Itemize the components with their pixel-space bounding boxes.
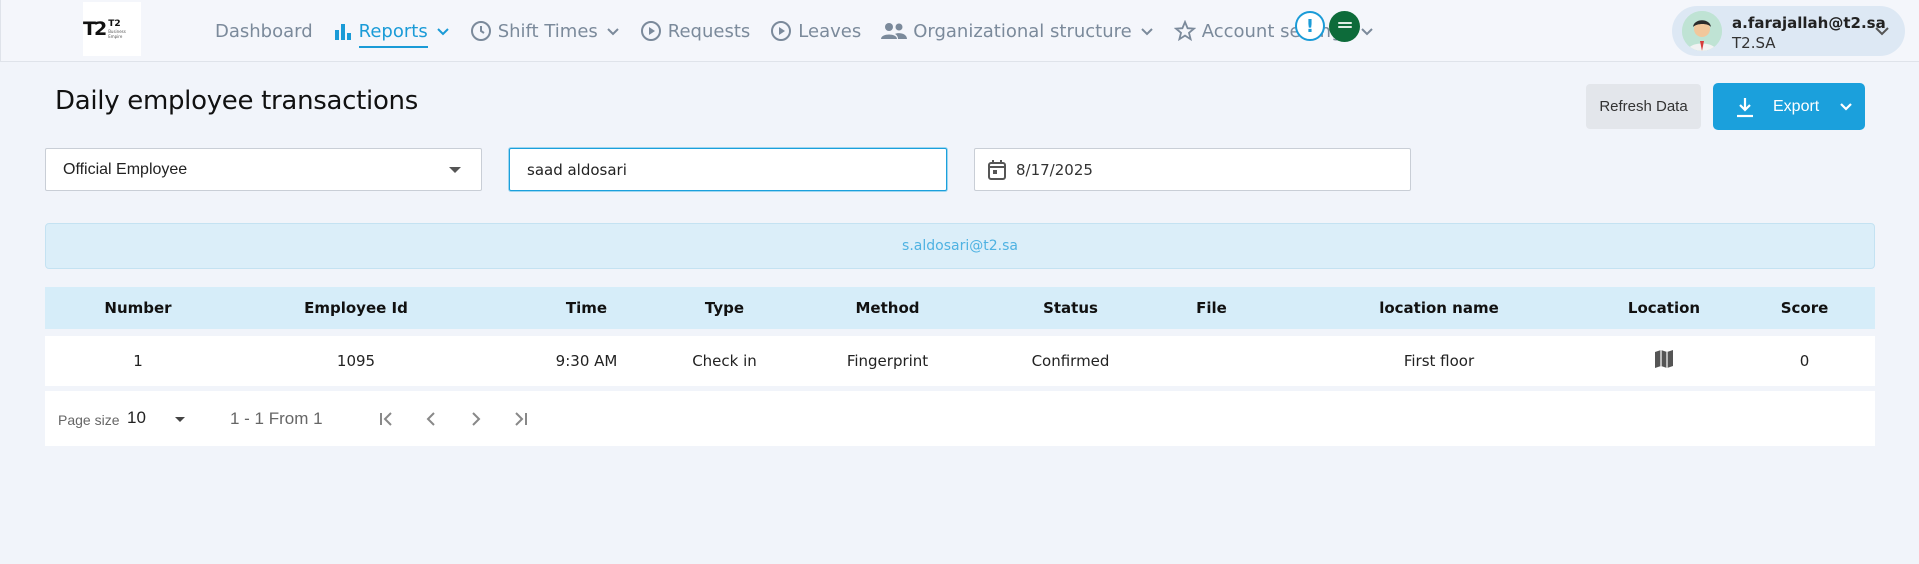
export-label: Export bbox=[1773, 97, 1820, 115]
nav-shift-times-label: Shift Times bbox=[497, 20, 598, 42]
header-file[interactable]: File bbox=[1139, 299, 1284, 317]
employee-search-value: saad aldosari bbox=[527, 160, 627, 179]
nav-org-structure-label: Organizational structure bbox=[913, 20, 1132, 42]
user-email: a.farajallah@t2.sa bbox=[1732, 14, 1886, 32]
people-icon bbox=[881, 23, 908, 39]
previous-page-button[interactable] bbox=[419, 407, 443, 431]
language-flag-button[interactable] bbox=[1329, 11, 1360, 42]
play-circle-icon bbox=[640, 21, 661, 41]
clock-icon bbox=[470, 21, 491, 41]
header-employee-id[interactable]: Employee Id bbox=[231, 299, 481, 317]
chevron-down-icon[interactable] bbox=[1140, 24, 1154, 38]
chevron-right-icon bbox=[472, 412, 481, 426]
logo-text: T2 Business Empire bbox=[108, 18, 141, 39]
bar-chart-icon bbox=[334, 24, 351, 40]
avatar bbox=[1682, 11, 1722, 51]
last-page-button[interactable] bbox=[508, 407, 532, 431]
nav-dashboard-label: Dashboard bbox=[215, 20, 313, 42]
page-size-label: Page size bbox=[58, 412, 120, 428]
user-org: T2.SA bbox=[1732, 34, 1776, 52]
saudi-flag-icon bbox=[1337, 25, 1352, 28]
header-method[interactable]: Method bbox=[799, 299, 976, 317]
main-nav: Dashboard Reports Shift Times Requests L… bbox=[215, 0, 1394, 62]
map-icon[interactable] bbox=[1653, 348, 1675, 370]
chevron-down-icon[interactable] bbox=[436, 24, 450, 38]
notifications-button[interactable]: ! bbox=[1295, 11, 1325, 41]
first-page-icon bbox=[380, 412, 392, 426]
table-row: 1 1095 9:30 AM Check in Fingerprint Conf… bbox=[45, 336, 1875, 386]
page-size-select[interactable]: 10 bbox=[127, 408, 146, 428]
page-title: Daily employee transactions bbox=[55, 86, 418, 116]
chevron-down-icon[interactable] bbox=[1839, 101, 1853, 113]
nav-reports-label: Reports bbox=[358, 21, 428, 48]
date-picker[interactable]: 8/17/2025 bbox=[974, 148, 1411, 191]
nav-leaves-label: Leaves bbox=[798, 20, 862, 42]
nav-shift-times[interactable]: Shift Times bbox=[470, 11, 620, 51]
nav-dashboard[interactable]: Dashboard bbox=[215, 11, 313, 51]
nav-requests-label: Requests bbox=[667, 20, 751, 42]
nav-reports[interactable]: Reports bbox=[333, 11, 450, 51]
alert-icon: ! bbox=[1305, 15, 1315, 37]
cell-number: 1 bbox=[133, 352, 143, 370]
cell-method: Fingerprint bbox=[846, 352, 929, 370]
export-button[interactable]: Export bbox=[1713, 83, 1865, 130]
nav-requests[interactable]: Requests bbox=[640, 11, 751, 51]
cell-location bbox=[1594, 349, 1734, 370]
chevron-left-icon bbox=[426, 412, 435, 426]
header-score[interactable]: Score bbox=[1734, 299, 1875, 317]
refresh-data-button[interactable]: Refresh Data bbox=[1586, 84, 1701, 129]
cell-type: Check in bbox=[692, 352, 757, 370]
pagination-range: 1 - 1 From 1 bbox=[230, 409, 323, 428]
employee-search-input[interactable]: saad aldosari bbox=[509, 148, 947, 191]
last-page-icon bbox=[515, 412, 527, 426]
header-number[interactable]: Number bbox=[45, 299, 231, 317]
header-type[interactable]: Type bbox=[636, 299, 813, 317]
nav-org-structure[interactable]: Organizational structure bbox=[881, 11, 1154, 51]
logo-mark: T2 bbox=[83, 18, 107, 40]
date-value: 8/17/2025 bbox=[1016, 160, 1093, 179]
cell-score: 0 bbox=[1799, 352, 1810, 370]
header-location-name[interactable]: location name bbox=[1284, 299, 1594, 317]
first-page-button[interactable] bbox=[375, 407, 399, 431]
transactions-table: Number Employee Id Time Type Method Stat… bbox=[45, 287, 1875, 386]
pagination-bar: Page size 10 1 - 1 From 1 bbox=[45, 391, 1875, 446]
table-header: Number Employee Id Time Type Method Stat… bbox=[45, 287, 1875, 329]
star-icon bbox=[1173, 20, 1196, 42]
chevron-down-icon[interactable] bbox=[1874, 24, 1890, 38]
download-icon bbox=[1737, 97, 1753, 117]
user-menu[interactable]: a.farajallah@t2.sa T2.SA bbox=[1672, 6, 1905, 56]
company-logo[interactable]: T2 T2 Business Empire bbox=[83, 2, 141, 56]
top-navbar: T2 T2 Business Empire Dashboard Reports … bbox=[0, 0, 1919, 62]
logo-tagline: Business Empire bbox=[108, 28, 126, 39]
calendar-icon[interactable] bbox=[987, 159, 1007, 181]
cell-location-name: First floor bbox=[1403, 352, 1475, 370]
employee-type-select[interactable]: Official Employee bbox=[45, 148, 482, 191]
dropdown-caret-icon bbox=[449, 167, 461, 173]
header-location[interactable]: Location bbox=[1594, 299, 1734, 317]
play-circle-icon bbox=[771, 21, 792, 41]
next-page-button[interactable] bbox=[464, 407, 488, 431]
selected-employee-email: s.aldosari@t2.sa bbox=[45, 223, 1875, 269]
employee-type-value: Official Employee bbox=[63, 160, 188, 178]
chevron-down-icon[interactable] bbox=[1360, 24, 1374, 38]
nav-leaves[interactable]: Leaves bbox=[770, 11, 861, 51]
chevron-down-icon[interactable] bbox=[606, 24, 620, 38]
cell-employee-id: 1095 bbox=[336, 352, 376, 370]
dropdown-caret-icon[interactable] bbox=[175, 417, 185, 422]
cell-status: Confirmed bbox=[1031, 352, 1110, 370]
logo-name: T2 bbox=[108, 18, 121, 29]
selected-email-text: s.aldosari@t2.sa bbox=[902, 238, 1018, 254]
